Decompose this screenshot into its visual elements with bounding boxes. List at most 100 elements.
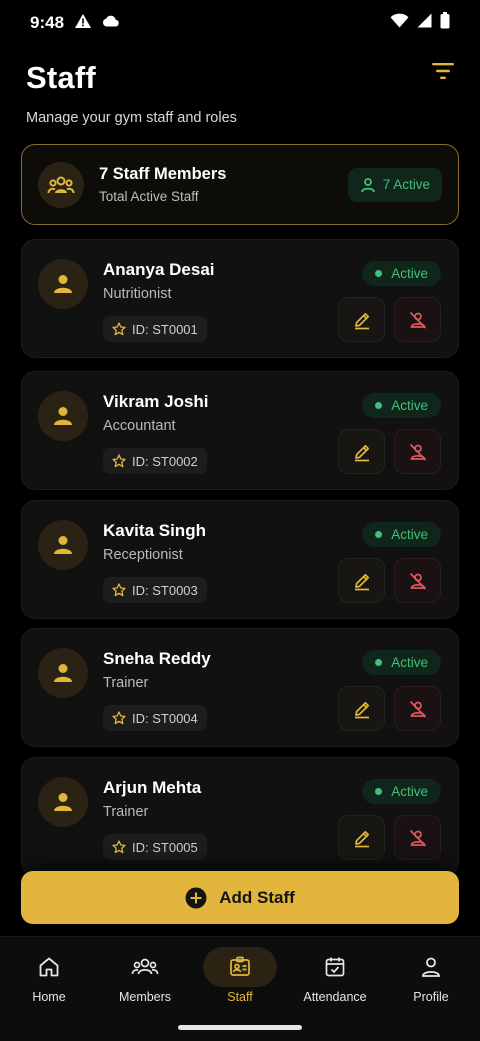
staff-id-chip: ID: ST0002 bbox=[103, 448, 207, 474]
person-outline-icon bbox=[360, 177, 375, 192]
home-icon bbox=[39, 957, 59, 977]
person-icon bbox=[54, 664, 72, 682]
deactivate-button[interactable] bbox=[394, 686, 441, 731]
wifi-icon bbox=[390, 13, 409, 33]
page-header: Staff Manage your gym staff and roles bbox=[26, 60, 456, 126]
staff-id: ID: ST0004 bbox=[132, 710, 198, 726]
staff-name: Ananya Desai bbox=[103, 260, 215, 279]
staff-id-chip: ID: ST0005 bbox=[103, 834, 207, 860]
nav-label: Profile bbox=[413, 990, 449, 1004]
status-label: Active bbox=[391, 398, 428, 413]
page-title: Staff bbox=[26, 60, 96, 95]
avatar bbox=[38, 520, 88, 570]
group-icon bbox=[38, 161, 84, 208]
status-badge: Active bbox=[362, 522, 441, 547]
status-dot bbox=[375, 270, 383, 277]
person-off-icon bbox=[409, 311, 426, 329]
nav-label: Attendance bbox=[303, 990, 367, 1004]
staff-role: Trainer bbox=[103, 675, 149, 691]
person-icon bbox=[54, 536, 72, 554]
members-icon bbox=[131, 958, 159, 975]
status-time: 9:48 bbox=[30, 13, 65, 32]
edit-icon bbox=[354, 701, 369, 718]
staff-name: Arjun Mehta bbox=[103, 778, 202, 797]
person-off-icon bbox=[409, 829, 426, 847]
nav-label: Home bbox=[32, 990, 66, 1004]
staff-id: ID: ST0005 bbox=[132, 839, 198, 855]
avatar bbox=[38, 648, 88, 698]
person-off-icon bbox=[409, 443, 426, 461]
star-icon bbox=[112, 454, 126, 468]
warning-icon bbox=[74, 13, 92, 34]
person-icon bbox=[54, 793, 72, 811]
edit-icon bbox=[354, 573, 369, 590]
star-icon bbox=[112, 322, 126, 336]
cloud-icon bbox=[102, 14, 120, 32]
edit-button[interactable] bbox=[338, 558, 385, 603]
nav-label: Members bbox=[118, 990, 172, 1004]
deactivate-button[interactable] bbox=[394, 815, 441, 860]
avatar bbox=[38, 259, 88, 309]
edit-button[interactable] bbox=[338, 297, 385, 342]
nav-item-profile[interactable]: Profile bbox=[383, 947, 479, 1009]
staff-id: ID: ST0003 bbox=[132, 582, 198, 598]
home-indicator[interactable] bbox=[178, 1025, 302, 1030]
staff-id-chip: ID: ST0004 bbox=[103, 705, 207, 731]
staff-role: Trainer bbox=[103, 804, 149, 820]
status-dot bbox=[375, 659, 383, 666]
staff-name: Vikram Joshi bbox=[103, 392, 209, 411]
staff-card[interactable]: Kavita Singh Receptionist ID: ST0003 Act… bbox=[21, 500, 459, 619]
staff-card[interactable]: Sneha Reddy Trainer ID: ST0004 Active bbox=[21, 628, 459, 747]
add-staff-button[interactable]: Add Staff bbox=[21, 871, 459, 924]
attendance-icon bbox=[325, 957, 345, 977]
staff-card[interactable]: Ananya Desai Nutritionist ID: ST0001 Act… bbox=[21, 239, 459, 358]
person-off-icon bbox=[409, 700, 426, 718]
staff-summary-card: 7 Staff Members Total Active Staff 7 Act… bbox=[21, 144, 459, 225]
filter-button[interactable] bbox=[430, 60, 456, 82]
active-count-badge: 7 Active bbox=[347, 167, 442, 202]
status-badge: Active bbox=[362, 650, 441, 675]
deactivate-button[interactable] bbox=[394, 297, 441, 342]
edit-button[interactable] bbox=[338, 686, 385, 731]
staff-name: Kavita Singh bbox=[103, 521, 206, 540]
status-dot bbox=[375, 531, 383, 538]
edit-icon bbox=[354, 444, 369, 461]
staff-card[interactable]: Vikram Joshi Accountant ID: ST0002 Activ… bbox=[21, 371, 459, 490]
status-badge: Active bbox=[362, 393, 441, 418]
person-icon bbox=[54, 407, 72, 425]
summary-subtitle: Total Active Staff bbox=[99, 189, 199, 204]
status-label: Active bbox=[391, 655, 428, 670]
staff-icon bbox=[230, 956, 250, 976]
deactivate-button[interactable] bbox=[394, 558, 441, 603]
staff-id-chip: ID: ST0003 bbox=[103, 577, 207, 603]
add-staff-label: Add Staff bbox=[219, 887, 295, 907]
status-label: Active bbox=[391, 784, 428, 799]
battery-icon bbox=[440, 12, 450, 34]
staff-id: ID: ST0002 bbox=[132, 453, 198, 469]
nav-item-attendance[interactable]: Attendance bbox=[287, 947, 383, 1009]
status-bar: 9:48 bbox=[0, 0, 480, 46]
page-subtitle: Manage your gym staff and roles bbox=[26, 110, 237, 126]
nav-item-members[interactable]: Members bbox=[97, 947, 193, 1009]
signal-icon bbox=[417, 13, 432, 33]
profile-icon bbox=[422, 957, 440, 977]
person-icon bbox=[54, 275, 72, 293]
nav-item-staff[interactable]: Staff bbox=[192, 947, 288, 1009]
status-label: Active bbox=[391, 527, 428, 542]
star-icon bbox=[112, 711, 126, 725]
edit-icon bbox=[354, 312, 369, 329]
staff-role: Receptionist bbox=[103, 547, 183, 563]
nav-item-home[interactable]: Home bbox=[1, 947, 97, 1009]
staff-name: Sneha Reddy bbox=[103, 649, 211, 668]
edit-button[interactable] bbox=[338, 429, 385, 474]
summary-title: 7 Staff Members bbox=[99, 165, 227, 183]
status-badge: Active bbox=[362, 261, 441, 286]
person-off-icon bbox=[409, 572, 426, 590]
staff-role: Nutritionist bbox=[103, 286, 172, 302]
status-dot bbox=[375, 788, 383, 795]
deactivate-button[interactable] bbox=[394, 429, 441, 474]
staff-card[interactable]: Arjun Mehta Trainer ID: ST0005 Active bbox=[21, 757, 459, 876]
staff-id-chip: ID: ST0001 bbox=[103, 316, 207, 342]
edit-icon bbox=[354, 830, 369, 847]
edit-button[interactable] bbox=[338, 815, 385, 860]
